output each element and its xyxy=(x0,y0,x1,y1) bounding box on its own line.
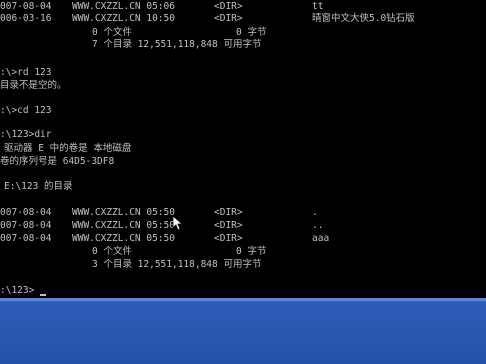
volume-label-line: 驱动器 E 中的卷是 本地磁盘 xyxy=(0,142,486,155)
prompt-command-rd: :\>rd 123 xyxy=(0,67,52,78)
command-line: :\>cd 123 xyxy=(0,104,486,117)
entry-type: <DIR> xyxy=(214,13,243,24)
entry-time: WWW.CXZZL.CN 10:50 xyxy=(72,13,175,24)
text-cursor xyxy=(40,294,46,296)
dir-listing-row: 007-08-04 WWW.CXZZL.CN 05:50 <DIR> aaa xyxy=(0,232,486,245)
directory-header-line: E:\123 的目录 xyxy=(0,180,486,193)
mouse-pointer-icon xyxy=(173,216,183,231)
dir-count-summary: 7 个目录 12,551,118,848 可用字节 xyxy=(0,38,486,51)
file-bytes: 0 字节 xyxy=(236,246,267,257)
entry-time: WWW.CXZZL.CN 05:50 xyxy=(72,207,175,218)
entry-name: .. xyxy=(312,220,324,231)
entry-type: <DIR> xyxy=(214,233,243,244)
command-line: :\123> xyxy=(0,284,486,297)
prompt-command-cd: :\>cd 123 xyxy=(0,105,52,116)
dir-listing-row: 007-08-04 WWW.CXZZL.CN 05:50 <DIR> . xyxy=(0,206,486,219)
entry-name: . xyxy=(312,207,318,218)
taskbar[interactable] xyxy=(0,298,486,364)
entry-time: WWW.CXZZL.CN 05:50 xyxy=(72,220,175,231)
error-message: 目录不是空的。 xyxy=(0,80,67,91)
serial-number-line: 卷的序列号是 64D5-3DF8 xyxy=(0,155,486,168)
entry-name: aaa xyxy=(312,233,330,244)
output-line: 目录不是空的。 xyxy=(0,79,486,92)
entry-date: 007-08-04 xyxy=(0,207,52,218)
command-prompt-console[interactable]: 007-08-04 WWW.CXZZL.CN 05:06 <DIR> tt 00… xyxy=(0,0,486,298)
prompt-command-dir: :\123>dir xyxy=(0,129,52,140)
file-count-summary: 0 个文件 0 字节 xyxy=(0,245,486,258)
dir-count-free-bytes: 7 个目录 12,551,118,848 可用字节 xyxy=(92,39,262,50)
command-line: :\>rd 123 xyxy=(0,66,486,79)
entry-name: 晴窗中文大侠5.0钻石版 xyxy=(312,13,415,24)
entry-date: 007-08-04 xyxy=(0,220,52,231)
dir-count-summary: 3 个目录 12,551,118,848 可用字节 xyxy=(0,258,486,271)
entry-date: 007-08-04 xyxy=(0,233,52,244)
current-prompt[interactable]: :\123> xyxy=(0,284,34,297)
volume-label: 驱动器 E 中的卷是 本地磁盘 xyxy=(4,143,132,154)
taskbar-top-edge xyxy=(0,298,486,301)
volume-serial: 卷的序列号是 64D5-3DF8 xyxy=(0,156,115,167)
entry-type: <DIR> xyxy=(214,207,243,218)
entry-time: WWW.CXZZL.CN 05:50 xyxy=(72,233,175,244)
entry-date: 006-03-16 xyxy=(0,13,52,24)
dir-count-free-bytes: 3 个目录 12,551,118,848 可用字节 xyxy=(92,259,262,270)
dir-listing-row: 006-03-16 WWW.CXZZL.CN 10:50 <DIR> 晴窗中文大… xyxy=(0,12,486,25)
entry-type: <DIR> xyxy=(214,220,243,231)
file-count: 0 个文件 xyxy=(92,246,132,257)
command-line: :\123>dir xyxy=(0,128,486,141)
directory-of: E:\123 的目录 xyxy=(4,181,73,192)
dir-listing-row: 007-08-04 WWW.CXZZL.CN 05:50 <DIR> .. xyxy=(0,219,486,232)
